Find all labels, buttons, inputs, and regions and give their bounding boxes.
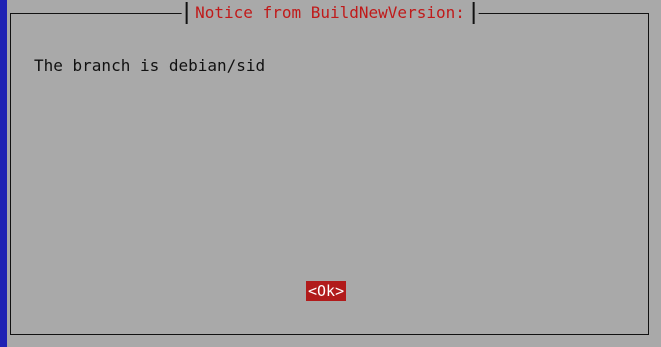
desktop-background <box>0 0 7 347</box>
dialog-message: The branch is debian/sid <box>34 56 266 75</box>
title-left-tick <box>185 2 188 24</box>
ok-button[interactable]: <Ok> <box>306 281 347 301</box>
dialog-bottom-edge <box>7 339 661 347</box>
dialog-title-bar: Notice from BuildNewVersion: <box>181 0 479 26</box>
dialog-title: Notice from BuildNewVersion: <box>195 3 465 22</box>
title-right-tick <box>472 2 475 24</box>
